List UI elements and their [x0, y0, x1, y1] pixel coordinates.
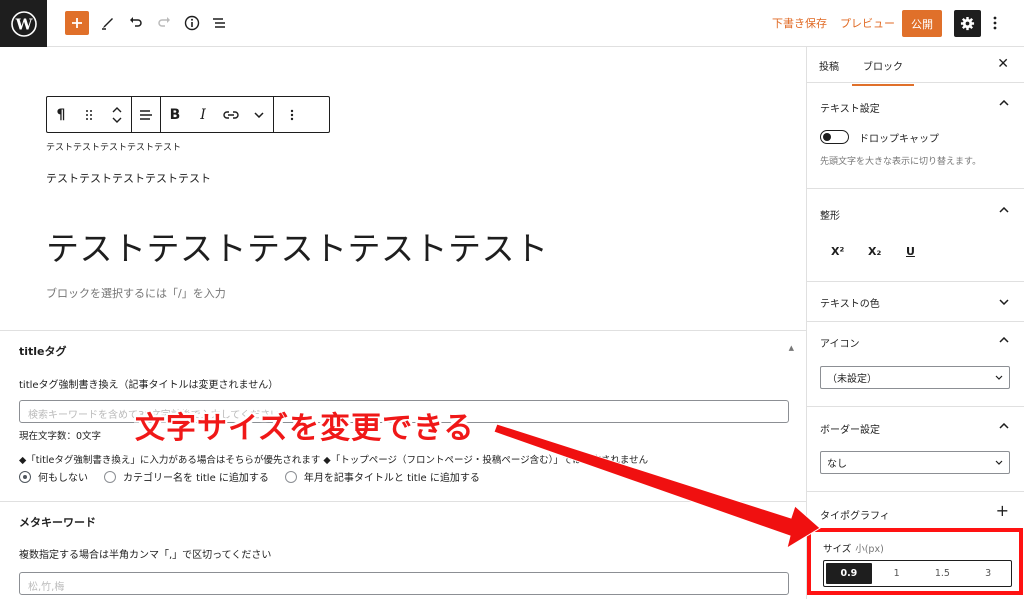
top-toolbar: W 下書き保存 プレビュー 公開: [0, 0, 1024, 47]
underline-button[interactable]: U: [906, 245, 915, 258]
meta-keywords-panel: メタキーワード ▲ 複数指定する場合は半角カンマ「,」で区切ってください 松,竹…: [0, 501, 806, 599]
chevron-up-icon[interactable]: [999, 421, 1009, 432]
size-option-1[interactable]: 1: [874, 561, 920, 586]
chevron-up-icon[interactable]: [999, 98, 1009, 109]
radio-add-category[interactable]: カテゴリー名を title に追加する: [104, 469, 269, 484]
meta-keywords-heading: メタキーワード: [19, 516, 96, 529]
text-color-title[interactable]: テキストの色: [820, 295, 880, 310]
italic-icon[interactable]: I: [189, 97, 217, 132]
chevron-down-icon: [995, 460, 1003, 465]
icon-title[interactable]: アイコン: [820, 335, 860, 350]
border-select[interactable]: なし: [820, 451, 1010, 474]
paragraph-block[interactable]: テストテストテストテストテスト: [46, 170, 211, 186]
block-type-group: ¶: [47, 97, 132, 132]
redo-icon[interactable]: [152, 10, 176, 36]
wp-editor: W 下書き保存 プレビュー 公開 ¶ B I テストテストテストテストテスト テ…: [0, 0, 1024, 599]
char-count: 現在文字数：0文字: [19, 431, 102, 442]
settings-sidebar: 投稿 ブロック ✕ テキスト設定 ドロップキャップ 先頭文字を大きな表示に切り替…: [806, 47, 1024, 599]
meta-keywords-label: 複数指定する場合は半角カンマ「,」で区切ってください: [19, 550, 272, 561]
size-label: サイズ 小(px): [823, 544, 884, 555]
small-paragraph[interactable]: テストテストテストテストテスト: [46, 140, 181, 153]
block-placeholder[interactable]: ブロックを選択するには「/」を入力: [46, 285, 226, 301]
editor-canvas: ¶ B I テストテストテストテストテスト テストテストテストテストテスト テス…: [0, 47, 806, 599]
text-color-section: テキストの色: [807, 282, 1024, 322]
superscript-button[interactable]: X²: [831, 245, 844, 258]
chevron-up-icon[interactable]: [999, 335, 1009, 346]
dropcap-label: ドロップキャップ: [859, 134, 939, 145]
text-settings-section: テキスト設定 ドロップキャップ 先頭文字を大きな表示に切り替えます。: [807, 84, 1024, 189]
add-block-icon[interactable]: [65, 11, 89, 35]
chevron-up-icon[interactable]: [999, 205, 1009, 216]
sidebar-tabs: 投稿 ブロック ✕: [807, 47, 1024, 86]
wordpress-logo-icon[interactable]: W: [0, 0, 47, 47]
format-title[interactable]: 整形: [820, 207, 840, 222]
annotation-text: 文字サイズを変更できる: [135, 411, 475, 446]
pen-tool-icon[interactable]: [96, 10, 120, 36]
text-settings-title[interactable]: テキスト設定: [820, 100, 880, 115]
title-options: 何もしない カテゴリー名を title に追加する 年月を記事タイトルと tit…: [19, 469, 480, 484]
save-draft-button[interactable]: 下書き保存: [772, 10, 827, 36]
size-option-0-9[interactable]: 0.9: [826, 563, 872, 584]
radio-add-date[interactable]: 年月を記事タイトルと title に追加する: [284, 469, 480, 484]
typography-section: タイポグラフィ +: [807, 492, 1024, 528]
size-option-1-5[interactable]: 1.5: [920, 561, 966, 586]
plus-icon[interactable]: +: [996, 501, 1009, 520]
title-tag-note: ◆「titleタグ強制書き換え」に入力がある場合はそちらが優先されます ◆「トッ…: [19, 455, 649, 466]
more-options-icon[interactable]: [988, 10, 1002, 36]
tab-post[interactable]: 投稿: [819, 58, 839, 73]
icon-section: アイコン （未設定）: [807, 322, 1024, 407]
typography-title[interactable]: タイポグラフィ: [820, 507, 890, 522]
border-title[interactable]: ボーダー設定: [820, 421, 880, 436]
tab-block[interactable]: ブロック: [852, 58, 914, 86]
link-icon[interactable]: [217, 97, 245, 132]
collapse-arrow-icon[interactable]: ▲: [789, 344, 794, 352]
dropcap-help: 先頭文字を大きな表示に切り替えます。: [820, 157, 982, 167]
block-toolbar: ¶ B I: [46, 96, 330, 133]
title-tag-heading: titleタグ: [19, 345, 67, 358]
icon-select[interactable]: （未設定）: [820, 366, 1010, 389]
options-group: [274, 97, 310, 132]
collapse-arrow-icon[interactable]: ▲: [789, 515, 794, 523]
dropcap-toggle[interactable]: [820, 130, 849, 144]
move-up-down-icon[interactable]: [103, 97, 131, 132]
border-section: ボーダー設定 なし: [807, 407, 1024, 492]
chevron-down-icon[interactable]: [245, 97, 273, 132]
undo-icon[interactable]: [124, 10, 148, 36]
title-tag-label: titleタグ強制書き換え（記事タイトルは変更されません）: [19, 380, 279, 391]
paragraph-icon[interactable]: ¶: [47, 97, 75, 132]
bold-icon[interactable]: B: [161, 97, 189, 132]
align-left-icon[interactable]: [132, 97, 160, 132]
chevron-down-icon: [995, 375, 1003, 380]
heading-block[interactable]: テストテストテストテストテスト: [46, 222, 549, 270]
meta-keywords-input[interactable]: 松,竹,梅: [19, 572, 789, 595]
size-highlight-box: サイズ 小(px) 0.9 1 1.5 3: [807, 528, 1023, 595]
gear-icon[interactable]: [954, 10, 981, 37]
close-icon[interactable]: ✕: [997, 56, 1009, 72]
radio-do-nothing[interactable]: 何もしない: [19, 469, 88, 484]
list-view-icon[interactable]: [207, 10, 231, 36]
format-section: 整形 X² X₂ U: [807, 189, 1024, 282]
subscript-button[interactable]: X₂: [868, 245, 881, 258]
radio-icon: [284, 470, 297, 483]
drag-handle-icon[interactable]: [75, 97, 103, 132]
size-option-3[interactable]: 3: [965, 561, 1011, 586]
info-icon[interactable]: [180, 10, 204, 36]
size-toggle-group: 0.9 1 1.5 3: [823, 560, 1012, 587]
publish-button[interactable]: 公開: [902, 10, 942, 37]
radio-icon: [104, 470, 116, 483]
align-group: [132, 97, 161, 132]
block-options-icon[interactable]: [274, 97, 310, 132]
svg-text:W: W: [14, 15, 33, 33]
format-group: B I: [161, 97, 274, 132]
radio-selected-icon: [19, 470, 31, 483]
preview-button[interactable]: プレビュー: [840, 10, 895, 36]
chevron-down-icon[interactable]: [999, 297, 1009, 308]
